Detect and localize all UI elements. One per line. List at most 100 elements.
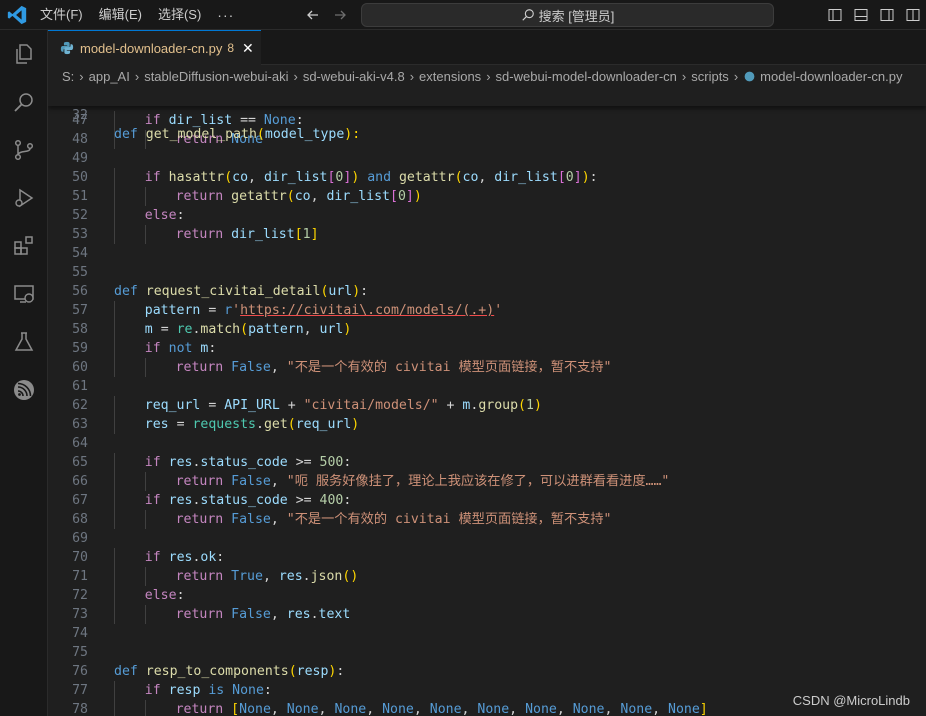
code-token: + — [438, 398, 463, 413]
code-line[interactable]: 56 def request_civitai_detail(url): — [48, 282, 926, 301]
extensions-icon[interactable] — [0, 226, 48, 266]
code-token: if — [144, 341, 169, 356]
code-line[interactable]: 76 def resp_to_components(resp): — [48, 662, 926, 681]
indent-guide — [114, 396, 115, 415]
code-line[interactable]: 59 if not m: — [48, 339, 926, 358]
code-token: , — [303, 322, 320, 337]
breadcrumb-item[interactable]: extensions — [419, 69, 481, 84]
forward-arrow-icon[interactable] — [330, 4, 350, 26]
code-token: None — [620, 702, 653, 716]
indent-guide — [144, 510, 146, 529]
breadcrumb-item[interactable]: stableDiffusion-webui-aki — [144, 69, 288, 84]
indent-guide — [114, 491, 115, 510]
indent-guide — [114, 320, 115, 339]
line-number: 74 — [72, 626, 88, 641]
code-token: def — [114, 664, 146, 679]
code-line[interactable]: 67 if res.status_code >= 400: — [48, 491, 926, 510]
code-token: return — [175, 607, 232, 622]
code-token: def — [114, 127, 146, 142]
search-icon[interactable] — [0, 82, 48, 122]
code-line[interactable]: 64 — [48, 434, 926, 453]
toggle-primary-sidebar-icon[interactable] — [822, 4, 848, 26]
code-token: ) — [581, 170, 590, 185]
explorer-icon[interactable] — [0, 34, 48, 74]
code-token: ] — [405, 189, 414, 204]
indent-guide — [114, 567, 115, 586]
code-token: , — [461, 702, 478, 716]
breadcrumb-item[interactable]: sd-webui-aki-v4.8 — [303, 69, 405, 84]
breadcrumb-separator-icon: › — [409, 68, 415, 84]
source-control-icon[interactable] — [0, 130, 48, 170]
indent-guide — [144, 225, 146, 244]
run-debug-icon[interactable] — [0, 178, 48, 218]
command-center-search[interactable]: 搜索 [管理员] — [361, 3, 774, 27]
code-line[interactable]: 55 — [48, 263, 926, 282]
esp-idf-icon[interactable] — [0, 370, 48, 410]
code-token: ): — [344, 127, 361, 142]
breadcrumb-item[interactable]: app_AI — [89, 69, 130, 84]
menu-edit[interactable]: 编辑(E) — [91, 0, 150, 30]
breadcrumb-separator-icon: › — [79, 68, 84, 84]
code-token: [ — [294, 227, 303, 242]
code-token: if — [144, 683, 169, 698]
code-token: request_civitai_detail — [145, 284, 321, 299]
code-line[interactable]: 71 return True, res.json() — [48, 567, 926, 586]
code-line[interactable]: 52 else: — [48, 206, 926, 225]
code-line[interactable]: 51 return getattr(co, dir_list[0]) — [48, 187, 926, 206]
code-token: , — [270, 512, 287, 527]
code-line[interactable]: 53 return dir_list[1] — [48, 225, 926, 244]
toggle-secondary-sidebar-icon[interactable] — [874, 4, 900, 26]
testing-icon[interactable] — [0, 322, 48, 362]
tab-model-downloader[interactable]: model-downloader-cn.py 8 ✕ — [48, 30, 261, 65]
code-line[interactable]: 68 return False, "不是一个有效的 civitai 模型页面链接，… — [48, 510, 926, 529]
code-line[interactable]: 62 req_url = API_URL + "civitai/models/" … — [48, 396, 926, 415]
code-line[interactable]: 61 — [48, 377, 926, 396]
code-line[interactable]: 73 return False, res.text — [48, 605, 926, 624]
code-token: return — [175, 702, 232, 716]
line-number: 50 — [72, 170, 88, 185]
code-line[interactable]: 70 if res.ok: — [48, 548, 926, 567]
indent-guide — [114, 301, 115, 320]
sticky-scroll-line[interactable]: 32 def get_model_path(model_type): — [48, 87, 926, 142]
code-line[interactable]: 58 m = re.match(pattern, url) — [48, 320, 926, 339]
code-line[interactable]: 69 — [48, 529, 926, 548]
code-token: co — [462, 170, 479, 185]
customize-layout-icon[interactable] — [900, 4, 926, 26]
code-token: None — [572, 702, 605, 716]
close-icon[interactable]: ✕ — [242, 40, 254, 57]
code-line[interactable]: 65 if res.status_code >= 500: — [48, 453, 926, 472]
toggle-panel-icon[interactable] — [848, 4, 874, 26]
menu-more[interactable]: ··· — [209, 7, 242, 23]
code-line[interactable]: 74 — [48, 624, 926, 643]
code-token: return — [175, 512, 232, 527]
breadcrumb-item[interactable]: scripts — [691, 69, 729, 84]
code-editor[interactable]: 32 def get_model_path(model_type): 47 if … — [48, 87, 926, 716]
code-content: return False, "不是一个有效的 civitai 模型页面链接，暂不… — [176, 358, 612, 377]
scrollbar[interactable] — [914, 87, 926, 716]
code-line[interactable]: 50 if hasattr(co, dir_list[0]) and getatt… — [48, 168, 926, 187]
line-number: 69 — [72, 531, 88, 546]
code-line[interactable]: 75 — [48, 643, 926, 662]
line-number: 65 — [72, 455, 88, 470]
code-token: res — [144, 417, 169, 432]
code-token: 400 — [319, 493, 344, 508]
code-token: "呃 服务好像挂了，理论上我应该在修了，可以进群看看进度……" — [286, 474, 670, 489]
back-arrow-icon[interactable] — [303, 4, 323, 26]
breadcrumb-item[interactable]: S: — [62, 69, 74, 84]
code-line[interactable]: 66 return False, "呃 服务好像挂了，理论上我应该在修了，可以进群… — [48, 472, 926, 491]
code-token: ( — [256, 127, 265, 142]
code-line[interactable]: 72 else: — [48, 586, 926, 605]
code-line[interactable]: 63 res = requests.get(req_url) — [48, 415, 926, 434]
menu-file[interactable]: 文件(F) — [32, 0, 91, 30]
breadcrumb-item[interactable]: sd-webui-model-downloader-cn — [496, 69, 677, 84]
code-token: , — [366, 702, 383, 716]
code-token: if — [144, 455, 169, 470]
code-line[interactable]: 54 — [48, 244, 926, 263]
code-line[interactable]: 57 pattern = r'https://civitai\.com/model… — [48, 301, 926, 320]
breadcrumb-item[interactable]: model-downloader-cn.py — [760, 69, 902, 84]
code-line[interactable]: 49 — [48, 149, 926, 168]
code-token: , — [478, 170, 495, 185]
menu-selection[interactable]: 选择(S) — [150, 0, 209, 30]
remote-explorer-icon[interactable] — [0, 274, 48, 314]
code-line[interactable]: 60 return False, "不是一个有效的 civitai 模型页面链接，… — [48, 358, 926, 377]
